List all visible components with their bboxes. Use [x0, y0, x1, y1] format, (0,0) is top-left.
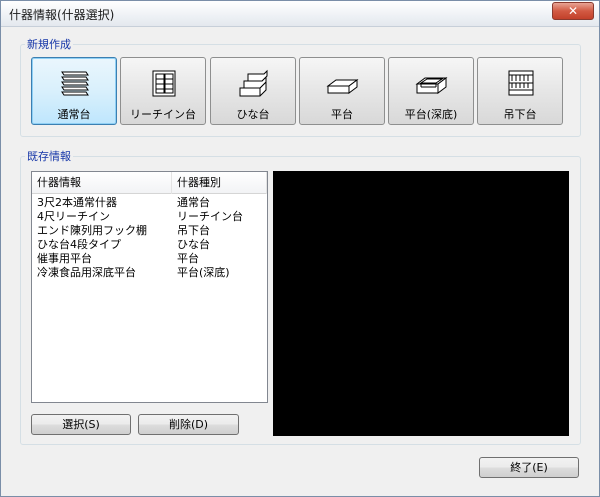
tile-label: リーチイン台 [130, 108, 196, 121]
dialog-window: 什器情報(什器選択) ✕ 新規作成 通常台 リーチイン台 ひな台 平台 平台(深… [0, 0, 600, 497]
fixture-name: 3尺2本通常什器 [37, 196, 117, 209]
table-row[interactable]: 催事用平台 平台 [32, 252, 267, 266]
tile-label: 通常台 [57, 108, 91, 121]
hanging-rack-icon [508, 70, 534, 96]
fixture-type: 吊下台 [177, 224, 210, 237]
deep-flat-table-icon [415, 77, 448, 94]
tile-label: ひな台 [236, 108, 270, 121]
list-header: 什器情報 什器種別 [32, 172, 267, 194]
fixture-list[interactable]: 什器情報 什器種別 3尺2本通常什器 通常台 4尺リーチイン リーチイン台 エン… [31, 171, 268, 403]
title-bar: 什器情報(什器選択) ✕ [1, 1, 599, 27]
fixture-name: 催事用平台 [37, 252, 92, 265]
fixture-type: 平台(深底) [177, 266, 230, 279]
stacked-shelves-icon [61, 71, 89, 96]
fixture-name: 4尺リーチイン [37, 210, 110, 223]
column-header-fixture-type[interactable]: 什器種別 [172, 172, 267, 194]
tile-reach-in[interactable]: リーチイン台 [120, 57, 206, 125]
window-title: 什器情報(什器選択) [9, 8, 115, 22]
select-button[interactable]: 選択(S) [31, 414, 131, 435]
fixture-type: 通常台 [177, 196, 210, 209]
tile-label: 吊下台 [503, 108, 537, 121]
table-row[interactable]: 4尺リーチイン リーチイン台 [32, 210, 267, 224]
fixture-name: ひな台4段タイプ [37, 238, 121, 251]
column-header-fixture-info[interactable]: 什器情報 [32, 172, 172, 194]
fixture-type: リーチイン台 [177, 210, 243, 223]
table-row[interactable]: エンド陳列用フック棚 吊下台 [32, 224, 267, 238]
fixture-type: 平台 [177, 252, 199, 265]
fixture-preview-canvas [273, 171, 569, 436]
exit-button[interactable]: 終了(E) [479, 457, 579, 478]
new-creation-label: 新規作成 [25, 36, 73, 52]
fixture-name: 冷凍食品用深底平台 [37, 266, 136, 279]
fixture-name: エンド陳列用フック棚 [37, 224, 147, 237]
tile-label: 平台(深底) [404, 108, 458, 121]
fixture-type: ひな台 [177, 238, 210, 251]
table-row[interactable]: ひな台4段タイプ ひな台 [32, 238, 267, 252]
reach-in-cabinet-icon [152, 70, 176, 97]
tile-standard-shelf[interactable]: 通常台 [31, 57, 117, 125]
tile-hanging-rack[interactable]: 吊下台 [477, 57, 563, 125]
delete-button[interactable]: 削除(D) [138, 414, 239, 435]
tile-tiered-stand[interactable]: ひな台 [210, 57, 296, 125]
existing-info-label: 既存情報 [25, 148, 73, 164]
close-button[interactable]: ✕ [552, 2, 594, 20]
table-row[interactable]: 3尺2本通常什器 通常台 [32, 196, 267, 210]
tiered-stand-icon [239, 69, 268, 97]
tile-deep-flat-table[interactable]: 平台(深底) [388, 57, 474, 125]
flat-table-icon [326, 79, 359, 94]
tile-flat-table[interactable]: 平台 [299, 57, 385, 125]
table-row[interactable]: 冷凍食品用深底平台 平台(深底) [32, 266, 267, 280]
tile-label: 平台 [331, 108, 353, 121]
